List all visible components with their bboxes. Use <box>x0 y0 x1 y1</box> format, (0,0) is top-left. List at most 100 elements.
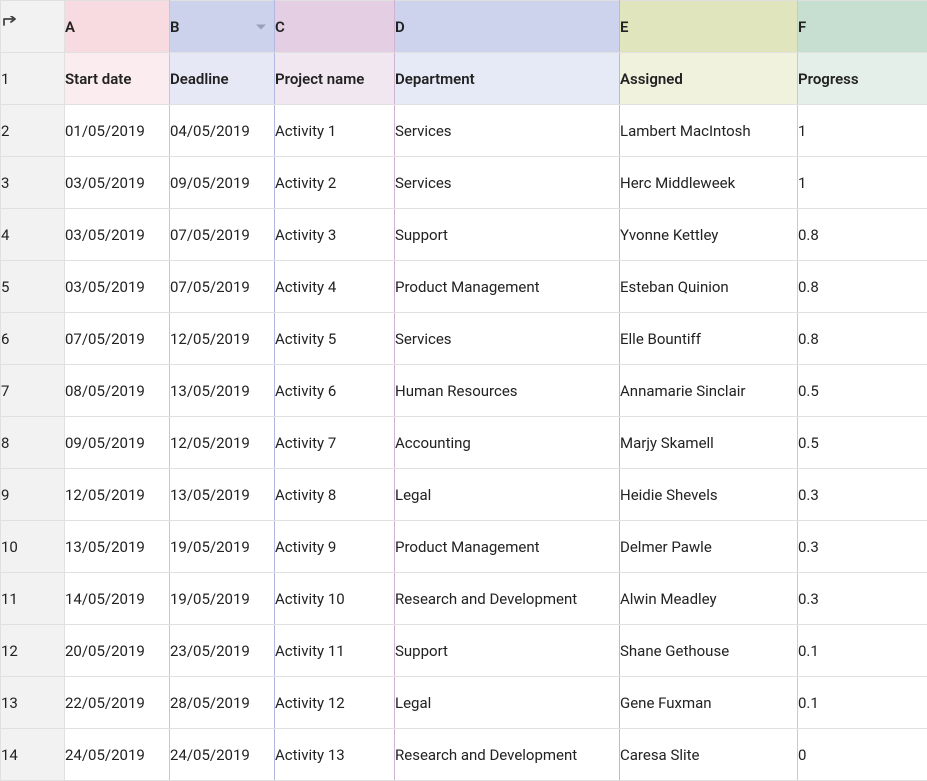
cell[interactable]: Legal <box>395 469 620 521</box>
cell[interactable]: 09/05/2019 <box>65 417 170 469</box>
cell[interactable]: Activity 9 <box>275 521 395 573</box>
cell[interactable]: 03/05/2019 <box>65 261 170 313</box>
cell[interactable]: Esteban Quinion <box>620 261 798 313</box>
row-header[interactable]: 4 <box>1 209 65 261</box>
cell[interactable]: Activity 3 <box>275 209 395 261</box>
cell[interactable]: 23/05/2019 <box>170 625 275 677</box>
cell[interactable]: 19/05/2019 <box>170 573 275 625</box>
cell[interactable]: Services <box>395 105 620 157</box>
cell[interactable]: Activity 4 <box>275 261 395 313</box>
cell[interactable]: Activity 2 <box>275 157 395 209</box>
cell[interactable]: Activity 10 <box>275 573 395 625</box>
cell[interactable]: 22/05/2019 <box>65 677 170 729</box>
row-header[interactable]: 3 <box>1 157 65 209</box>
cell[interactable]: 28/05/2019 <box>170 677 275 729</box>
cell[interactable]: 13/05/2019 <box>170 469 275 521</box>
cell[interactable]: Activity 5 <box>275 313 395 365</box>
cell[interactable]: 12/05/2019 <box>65 469 170 521</box>
cell[interactable]: 03/05/2019 <box>65 157 170 209</box>
select-all-corner[interactable] <box>1 1 65 53</box>
cell[interactable]: Alwin Meadley <box>620 573 798 625</box>
column-header-D[interactable]: D <box>395 1 620 53</box>
cell[interactable]: 07/05/2019 <box>65 313 170 365</box>
cell[interactable]: Yvonne Kettley <box>620 209 798 261</box>
cell[interactable]: Activity 7 <box>275 417 395 469</box>
cell[interactable]: 0.3 <box>798 521 927 573</box>
cell[interactable]: Product Management <box>395 521 620 573</box>
cell[interactable]: 13/05/2019 <box>65 521 170 573</box>
column-header-A[interactable]: A <box>65 1 170 53</box>
cell-D1[interactable]: Department <box>395 53 620 105</box>
cell[interactable]: 14/05/2019 <box>65 573 170 625</box>
cell[interactable]: 0.1 <box>798 677 927 729</box>
row-header[interactable]: 11 <box>1 573 65 625</box>
cell[interactable]: Legal <box>395 677 620 729</box>
spreadsheet-grid[interactable]: A B C D E F 1 Start date Deadline Projec… <box>0 0 927 781</box>
cell[interactable]: Lambert MacIntosh <box>620 105 798 157</box>
row-header[interactable]: 12 <box>1 625 65 677</box>
cell[interactable]: 0.5 <box>798 365 927 417</box>
cell[interactable]: Herc Middleweek <box>620 157 798 209</box>
cell[interactable]: 08/05/2019 <box>65 365 170 417</box>
cell[interactable]: 03/05/2019 <box>65 209 170 261</box>
cell[interactable]: Support <box>395 625 620 677</box>
column-header-F[interactable]: F <box>798 1 927 53</box>
cell[interactable]: 12/05/2019 <box>170 313 275 365</box>
cell[interactable]: 12/05/2019 <box>170 417 275 469</box>
cell[interactable]: Product Management <box>395 261 620 313</box>
cell[interactable]: Activity 1 <box>275 105 395 157</box>
cell[interactable]: Activity 6 <box>275 365 395 417</box>
cell[interactable]: 0.8 <box>798 209 927 261</box>
cell[interactable]: Shane Gethouse <box>620 625 798 677</box>
cell[interactable]: 0.8 <box>798 313 927 365</box>
cell[interactable]: Marjy Skamell <box>620 417 798 469</box>
cell[interactable]: 0.3 <box>798 573 927 625</box>
column-header-B[interactable]: B <box>170 1 275 53</box>
row-header[interactable]: 9 <box>1 469 65 521</box>
cell[interactable]: Gene Fuxman <box>620 677 798 729</box>
row-header[interactable]: 10 <box>1 521 65 573</box>
cell[interactable]: 09/05/2019 <box>170 157 275 209</box>
cell-E1[interactable]: Assigned <box>620 53 798 105</box>
row-header[interactable]: 8 <box>1 417 65 469</box>
column-header-E[interactable]: E <box>620 1 798 53</box>
cell[interactable]: 20/05/2019 <box>65 625 170 677</box>
cell[interactable]: 19/05/2019 <box>170 521 275 573</box>
cell[interactable]: Elle Bountiff <box>620 313 798 365</box>
cell[interactable]: Research and Development <box>395 573 620 625</box>
cell[interactable]: Activity 12 <box>275 677 395 729</box>
cell[interactable]: 07/05/2019 <box>170 261 275 313</box>
cell[interactable]: Services <box>395 313 620 365</box>
cell[interactable]: Activity 11 <box>275 625 395 677</box>
cell[interactable]: Accounting <box>395 417 620 469</box>
cell[interactable]: 13/05/2019 <box>170 365 275 417</box>
row-header[interactable]: 5 <box>1 261 65 313</box>
cell-A1[interactable]: Start date <box>65 53 170 105</box>
row-header[interactable]: 13 <box>1 677 65 729</box>
cell-F1[interactable]: Progress <box>798 53 927 105</box>
cell[interactable]: 0.1 <box>798 625 927 677</box>
row-header[interactable]: 2 <box>1 105 65 157</box>
cell[interactable]: 04/05/2019 <box>170 105 275 157</box>
cell[interactable]: 0.5 <box>798 417 927 469</box>
row-header[interactable]: 7 <box>1 365 65 417</box>
cell[interactable]: Activity 8 <box>275 469 395 521</box>
cell[interactable]: Human Resources <box>395 365 620 417</box>
cell[interactable]: 01/05/2019 <box>65 105 170 157</box>
cell[interactable]: 0.3 <box>798 469 927 521</box>
filter-dropdown-icon[interactable] <box>256 24 266 29</box>
cell[interactable]: 1 <box>798 105 927 157</box>
column-header-C[interactable]: C <box>275 1 395 53</box>
cell[interactable]: Services <box>395 157 620 209</box>
cell[interactable]: Support <box>395 209 620 261</box>
cell[interactable]: 0.8 <box>798 261 927 313</box>
cell[interactable]: 07/05/2019 <box>170 209 275 261</box>
row-header[interactable]: 6 <box>1 313 65 365</box>
cell-C1[interactable]: Project name <box>275 53 395 105</box>
row-header-1[interactable]: 1 <box>1 53 65 105</box>
cell-B1[interactable]: Deadline <box>170 53 275 105</box>
cell[interactable]: 1 <box>798 157 927 209</box>
cell[interactable]: Delmer Pawle <box>620 521 798 573</box>
cell[interactable]: Heidie Shevels <box>620 469 798 521</box>
cell[interactable]: Annamarie Sinclair <box>620 365 798 417</box>
